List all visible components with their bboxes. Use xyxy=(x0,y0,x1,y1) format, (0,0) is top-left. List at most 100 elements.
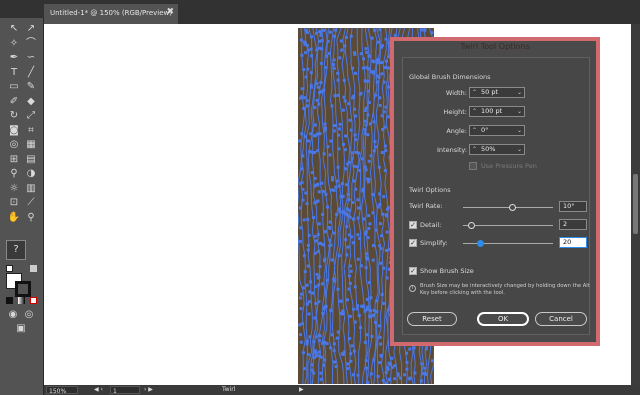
mesh-tool-icon[interactable]: ⊞ xyxy=(7,153,21,167)
anchor-point xyxy=(332,342,336,346)
anchor-point xyxy=(365,298,369,301)
close-icon[interactable]: ✖ xyxy=(166,7,174,17)
perspective-grid-tool-icon[interactable]: ▦ xyxy=(24,138,38,152)
free-transform-tool-icon[interactable]: ⌗ xyxy=(24,124,38,138)
detail-checkbox[interactable]: ✓ xyxy=(409,221,417,229)
chevron-down-icon[interactable]: ⌄ xyxy=(517,145,522,154)
color-mode-icon[interactable] xyxy=(6,297,13,304)
spin-icon[interactable]: ⌃ xyxy=(472,88,477,97)
help-icon[interactable]: ? xyxy=(6,240,26,260)
gradient-mode-icon[interactable] xyxy=(18,297,25,304)
anchor-point xyxy=(335,213,339,217)
spin-icon[interactable]: ⌃ xyxy=(472,107,477,116)
anchor-point xyxy=(376,58,380,62)
stroke-swatch[interactable] xyxy=(15,281,31,297)
anchor-point xyxy=(430,359,434,363)
zoom-tool-icon[interactable]: ⚲ xyxy=(24,211,38,225)
direct-selection-tool-icon[interactable]: ↗ xyxy=(24,22,38,36)
lasso-tool-icon[interactable]: ⌒ xyxy=(24,37,38,51)
zoom-field[interactable]: 150% xyxy=(46,386,78,395)
anchor-point xyxy=(306,104,309,108)
twirl-tool-icon[interactable]: ◙ xyxy=(7,124,21,138)
selection-tool-icon[interactable]: ↖ xyxy=(7,22,21,36)
screen-mode-icon[interactable]: ▣ xyxy=(14,322,28,336)
draw-behind-icon[interactable]: ◎ xyxy=(22,308,36,322)
width-combo[interactable]: ⌃ 50 pt ⌄ xyxy=(469,87,525,98)
eraser-tool-icon[interactable]: ◆ xyxy=(24,95,38,109)
twirl-rate-field[interactable]: 10° xyxy=(559,201,587,212)
detail-slider-thumb[interactable] xyxy=(468,222,475,229)
twirl-rate-slider-thumb[interactable] xyxy=(508,204,516,211)
rotate-tool-icon[interactable]: ↻ xyxy=(7,109,21,123)
hand-tool-icon[interactable]: ✋ xyxy=(7,211,21,225)
rectangle-tool-icon[interactable]: ▭ xyxy=(7,80,21,94)
anchor-point xyxy=(344,183,348,187)
simplify-checkbox[interactable]: ✓ xyxy=(409,239,417,247)
shaper-tool-icon[interactable]: ✐ xyxy=(7,95,21,109)
artboard-tool-icon[interactable]: ⊡ xyxy=(7,196,21,210)
anchor-point xyxy=(354,138,358,142)
artboard-field[interactable]: 1 xyxy=(110,386,140,395)
prev-artboard-icon[interactable]: ◀ ‹ xyxy=(94,386,103,393)
spin-icon[interactable]: ⌃ xyxy=(472,145,477,154)
use-pressure-pen-checkbox[interactable] xyxy=(469,162,477,170)
document-tab[interactable]: Untitled-1* @ 150% (RGB/Preview) ✖ xyxy=(44,4,178,24)
anchor-point xyxy=(334,185,338,189)
anchor-point xyxy=(350,151,354,155)
cancel-button[interactable]: Cancel xyxy=(535,312,587,326)
vertical-scrollbar[interactable] xyxy=(631,24,640,385)
none-mode-icon[interactable] xyxy=(30,297,37,304)
chevron-down-icon[interactable]: ⌄ xyxy=(517,126,522,135)
chevron-down-icon[interactable]: ⌄ xyxy=(517,107,522,116)
show-brush-size-checkbox[interactable]: ✓ xyxy=(409,267,417,275)
gradient-tool-icon[interactable]: ▤ xyxy=(24,153,38,167)
shape-builder-tool-icon[interactable]: ◎ xyxy=(7,138,21,152)
anchor-point xyxy=(332,66,336,70)
simplify-field[interactable]: 20 xyxy=(559,237,587,248)
detail-field[interactable]: 2 xyxy=(559,219,587,230)
pen-tool-icon[interactable]: ✒ xyxy=(7,51,21,65)
reset-button[interactable]: Reset xyxy=(407,312,457,326)
anchor-point xyxy=(362,217,366,221)
anchor-point xyxy=(298,240,302,243)
status-menu-icon[interactable]: ▶ xyxy=(299,386,304,393)
anchor-point xyxy=(348,118,352,122)
anchor-point xyxy=(349,352,353,356)
anchor-point xyxy=(322,363,326,367)
anchor-point xyxy=(342,78,346,82)
eyedropper-tool-icon[interactable]: ⚲ xyxy=(7,167,21,181)
swap-fill-stroke-icon[interactable] xyxy=(30,265,37,272)
angle-combo[interactable]: ⌃ 0° ⌄ xyxy=(469,125,525,136)
anchor-point xyxy=(356,165,359,169)
curvature-tool-icon[interactable]: ∽ xyxy=(24,51,38,65)
default-fill-stroke-icon[interactable] xyxy=(6,265,13,272)
line-tool-icon[interactable]: ╱ xyxy=(24,66,38,80)
anchor-point xyxy=(306,139,310,143)
symbol-sprayer-tool-icon[interactable]: ☼ xyxy=(7,182,21,196)
anchor-point xyxy=(385,59,388,63)
next-artboard-icon[interactable]: › ▶ xyxy=(144,386,153,393)
anchor-point xyxy=(372,244,375,248)
paintbrush-tool-icon[interactable]: ✎ xyxy=(24,80,38,94)
anchor-point xyxy=(299,333,302,337)
draw-normal-icon[interactable]: ◉ xyxy=(6,308,20,322)
anchor-point xyxy=(341,195,345,198)
anchor-point xyxy=(301,286,305,290)
chevron-down-icon[interactable]: ⌄ xyxy=(517,88,522,97)
detail-slider[interactable] xyxy=(463,225,553,226)
blend-tool-icon[interactable]: ◑ xyxy=(24,167,38,181)
ok-button[interactable]: OK xyxy=(477,312,529,326)
type-tool-icon[interactable]: T xyxy=(7,66,21,80)
intensity-combo[interactable]: ⌃ 50% ⌄ xyxy=(469,144,525,155)
anchor-point xyxy=(390,356,394,360)
anchor-point xyxy=(359,326,363,330)
spin-icon[interactable]: ⌃ xyxy=(472,126,477,135)
column-graph-tool-icon[interactable]: ▥ xyxy=(24,182,38,196)
anchor-point xyxy=(304,51,308,55)
scale-tool-icon[interactable]: ⤢ xyxy=(24,109,38,123)
magic-wand-tool-icon[interactable]: ✧ xyxy=(7,37,21,51)
height-combo[interactable]: ⌃ 100 pt ⌄ xyxy=(469,106,525,117)
scroll-thumb[interactable] xyxy=(633,174,638,234)
simplify-slider-thumb[interactable] xyxy=(477,240,484,247)
slice-tool-icon[interactable]: ⟋ xyxy=(24,196,38,210)
